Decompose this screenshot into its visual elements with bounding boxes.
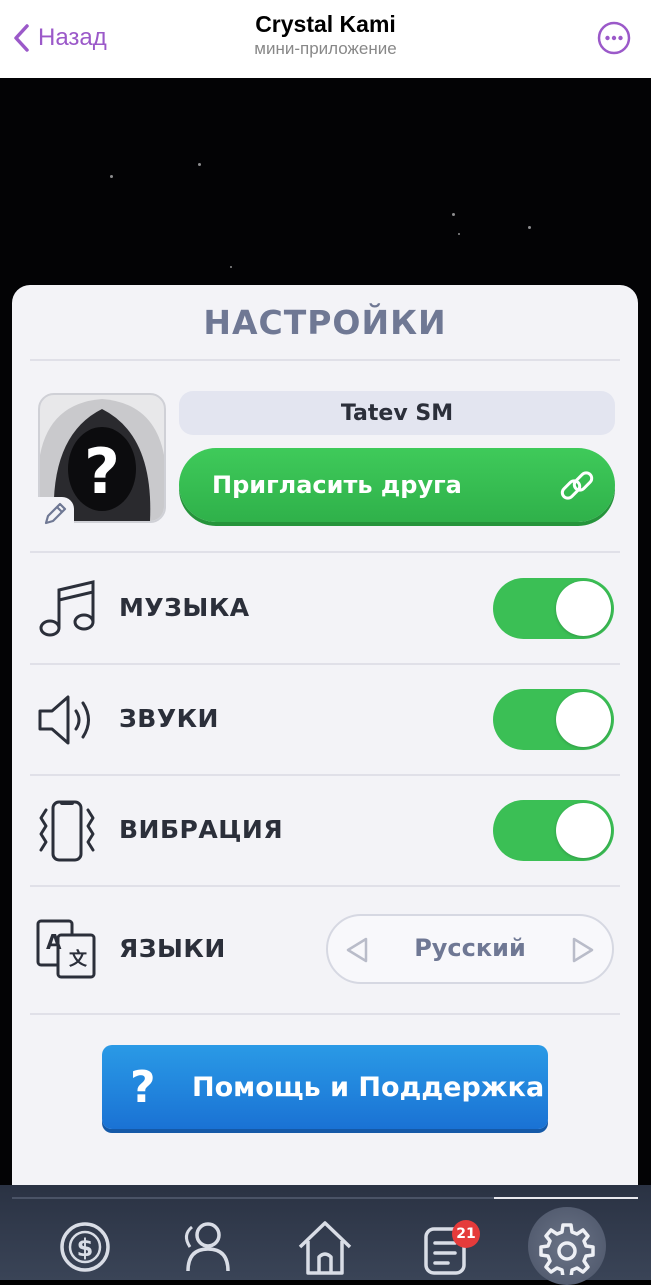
- help-support-button[interactable]: ? Помощь и Поддержка: [102, 1045, 548, 1129]
- star: [230, 266, 232, 268]
- svg-text:$: $: [77, 1234, 94, 1262]
- settings-row-music: МУЗЫКА: [12, 555, 638, 665]
- dollar-coin-icon[interactable]: $: [50, 1205, 120, 1275]
- sounds-label: ЗВУКИ: [119, 704, 219, 733]
- username-field[interactable]: Tatev SM: [179, 391, 615, 435]
- edit-avatar-button[interactable]: [36, 497, 74, 531]
- settings-row-vibration: ВИБРАЦИЯ: [12, 777, 638, 887]
- star: [198, 163, 201, 166]
- svg-text:文: 文: [69, 948, 88, 970]
- app-title: Crystal Kami: [255, 11, 396, 37]
- svg-text:?: ?: [84, 435, 120, 508]
- mini-app-header: Назад Crystal Kami мини-приложение: [0, 0, 651, 78]
- music-note-icon: [39, 580, 95, 637]
- star: [528, 226, 531, 229]
- settings-row-sounds: ЗВУКИ: [12, 666, 638, 776]
- home-icon[interactable]: [290, 1205, 360, 1275]
- svg-text:A: A: [46, 930, 62, 954]
- divider: [30, 359, 620, 361]
- vibration-icon: [39, 800, 95, 862]
- language-selector[interactable]: Русский: [326, 914, 614, 984]
- settings-panel: НАСТРОЙКИ ? Tatev SM Пригласить друга МУ…: [12, 285, 638, 1185]
- language-label: ЯЗЫКИ: [119, 934, 226, 963]
- header-title-block: Crystal Kami мини-приложение: [0, 10, 651, 60]
- triangle-right-icon[interactable]: [570, 936, 596, 964]
- bottom-navigation: $ 21: [0, 1185, 651, 1285]
- music-label: МУЗЫКА: [119, 593, 250, 622]
- music-toggle[interactable]: [493, 578, 614, 639]
- question-mark-icon: ?: [130, 1061, 156, 1113]
- tasks-badge: 21: [452, 1220, 480, 1248]
- help-support-label: Помощь и Поддержка: [192, 1071, 545, 1103]
- divider: [30, 774, 620, 776]
- invite-friend-label: Пригласить друга: [212, 471, 462, 499]
- star: [110, 175, 113, 178]
- divider: [30, 885, 620, 887]
- divider: [30, 1013, 620, 1015]
- invite-friend-button[interactable]: Пригласить друга: [179, 448, 615, 522]
- vibration-toggle[interactable]: [493, 800, 614, 861]
- nav-active-indicator: [494, 1197, 638, 1199]
- sounds-toggle[interactable]: [493, 689, 614, 750]
- settings-row-language: A 文 ЯЗЫКИ Русский: [12, 896, 638, 1006]
- settings-title: НАСТРОЙКИ: [203, 303, 447, 342]
- vibration-label: ВИБРАЦИЯ: [119, 815, 284, 844]
- toggle-knob: [556, 803, 611, 858]
- translate-icon: A 文: [36, 919, 96, 979]
- link-icon: [560, 471, 594, 500]
- toggle-knob: [556, 581, 611, 636]
- toggle-knob: [556, 692, 611, 747]
- divider: [30, 551, 620, 553]
- divider: [30, 663, 620, 665]
- more-options-icon[interactable]: [597, 21, 631, 55]
- star: [458, 233, 460, 235]
- star: [452, 213, 455, 216]
- app-subtitle: мини-приложение: [254, 39, 397, 58]
- pencil-icon: [44, 502, 67, 525]
- speaker-icon: [38, 695, 90, 745]
- friends-icon[interactable]: [170, 1205, 240, 1275]
- settings-gear-icon[interactable]: [532, 1205, 602, 1275]
